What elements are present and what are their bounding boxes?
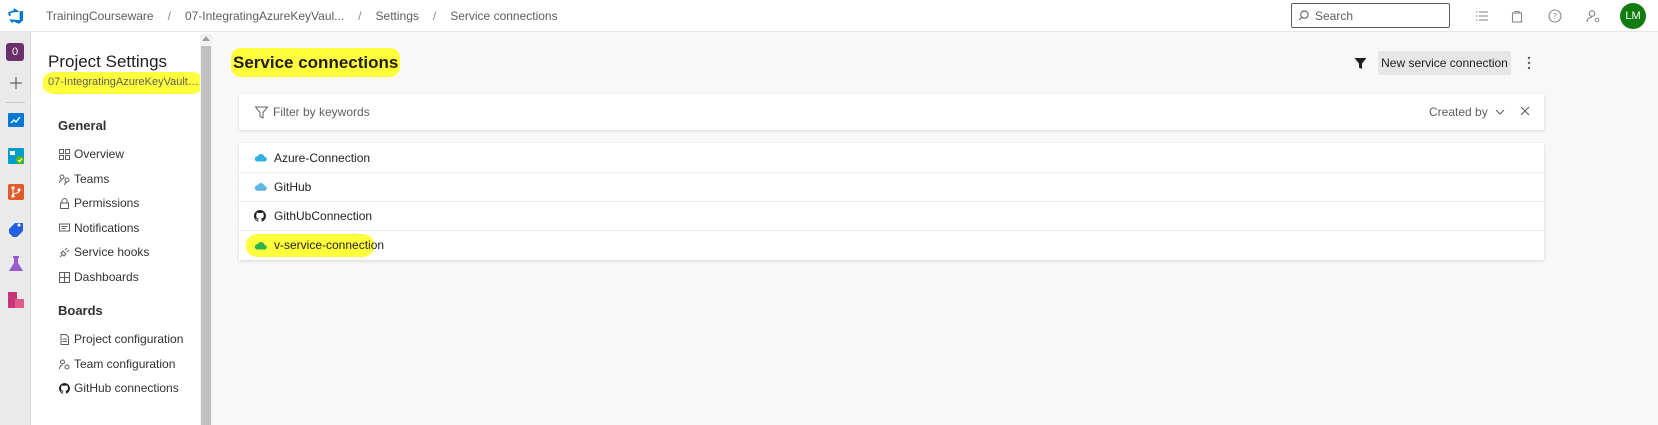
filter-icon[interactable] bbox=[1351, 54, 1369, 72]
connection-name: v-service-connection bbox=[274, 238, 385, 252]
nav-item-permissions[interactable]: Permissions bbox=[58, 195, 139, 211]
boards-icon[interactable] bbox=[5, 145, 26, 166]
nav-item-service-hooks[interactable]: Service hooks bbox=[58, 244, 149, 260]
nav-item-label: GitHub connections bbox=[74, 381, 179, 395]
nav-item-label: Dashboards bbox=[74, 270, 139, 284]
breadcrumb-separator: / bbox=[432, 8, 437, 23]
nav-title: Project Settings bbox=[48, 52, 168, 71]
overview-icon[interactable] bbox=[5, 109, 26, 130]
page-title: Service connections bbox=[231, 48, 401, 77]
help-icon[interactable]: ? bbox=[1546, 7, 1564, 25]
service-connection-list: Azure-Connection GitHub GithUbConnection… bbox=[239, 143, 1544, 260]
more-options-icon[interactable] bbox=[1521, 52, 1537, 74]
plug-icon bbox=[58, 246, 70, 258]
breadcrumb-org[interactable]: TrainingCourseware bbox=[42, 9, 158, 23]
user-settings-icon[interactable] bbox=[1584, 7, 1602, 25]
close-icon[interactable] bbox=[1518, 104, 1532, 118]
breadcrumb-current[interactable]: Service connections bbox=[446, 9, 561, 23]
nav-item-team-configuration[interactable]: Team configuration bbox=[58, 356, 175, 372]
lock-icon bbox=[58, 197, 70, 209]
breadcrumb-project[interactable]: 07-IntegratingAzureKeyVaul... bbox=[181, 9, 348, 23]
nav-item-project-configuration[interactable]: Project configuration bbox=[58, 331, 183, 347]
plus-icon[interactable] bbox=[5, 72, 26, 93]
pipelines-icon[interactable] bbox=[5, 217, 26, 238]
azure-cloud-green-icon bbox=[253, 238, 267, 252]
azure-cloud-icon bbox=[253, 180, 267, 194]
search-placeholder: Search bbox=[1315, 8, 1354, 23]
breadcrumb-separator: / bbox=[358, 8, 362, 23]
search-input[interactable]: Search bbox=[1291, 3, 1450, 28]
new-service-connection-button[interactable]: New service connection bbox=[1378, 51, 1511, 75]
nav-item-label: Teams bbox=[74, 172, 110, 186]
nav-project-name: 07-IntegratingAzureKeyVaultw... bbox=[43, 72, 203, 94]
nav-item-notifications[interactable]: Notifications bbox=[58, 220, 139, 236]
project-badge[interactable]: 0 bbox=[6, 43, 24, 61]
filter-outline-icon bbox=[254, 105, 268, 119]
list-icon[interactable] bbox=[1473, 7, 1491, 25]
notification-icon bbox=[58, 222, 70, 234]
nav-item-teams[interactable]: Teams bbox=[58, 171, 109, 187]
breadcrumb: TrainingCourseware / 07-IntegratingAzure… bbox=[42, 9, 562, 23]
nav-item-dashboards[interactable]: Dashboards bbox=[58, 269, 139, 285]
app-rail: 0 bbox=[0, 32, 31, 425]
nav-item-github-connections[interactable]: GitHub connections bbox=[58, 380, 179, 396]
created-by-label: Created by bbox=[1429, 105, 1488, 119]
overview-grid-icon bbox=[58, 148, 70, 160]
github-icon bbox=[58, 382, 70, 394]
scroll-up-arrow-icon[interactable] bbox=[202, 36, 210, 41]
created-by-dropdown[interactable]: Created by bbox=[1429, 105, 1505, 119]
nav-item-label: Project configuration bbox=[74, 332, 184, 346]
list-item[interactable]: GitHub bbox=[239, 172, 1544, 202]
chevron-down-icon bbox=[1495, 109, 1505, 115]
repos-icon[interactable] bbox=[5, 181, 26, 202]
rail-divider bbox=[6, 102, 25, 103]
nav-item-label: Overview bbox=[74, 147, 125, 161]
filter-keywords-input[interactable]: Filter by keywords bbox=[273, 105, 370, 119]
connection-name: GithUbConnection bbox=[274, 208, 373, 223]
artifacts-icon[interactable] bbox=[5, 289, 26, 310]
main-content: Service connections New service connecti… bbox=[214, 32, 1658, 425]
nav-item-label: Service hooks bbox=[74, 245, 150, 259]
svg-text:?: ? bbox=[1553, 12, 1557, 21]
shopping-bag-icon[interactable] bbox=[1508, 7, 1526, 25]
nav-item-label: Permissions bbox=[74, 196, 140, 210]
nav-item-label: Team configuration bbox=[74, 357, 176, 371]
list-item[interactable]: GithUbConnection bbox=[239, 201, 1544, 231]
connection-name: Azure-Connection bbox=[274, 150, 371, 165]
test-plans-icon[interactable] bbox=[5, 253, 26, 274]
document-icon bbox=[58, 333, 70, 345]
nav-scrollbar[interactable] bbox=[200, 34, 212, 425]
teams-icon bbox=[58, 173, 70, 185]
dashboard-icon bbox=[58, 271, 70, 283]
team-settings-icon bbox=[58, 358, 70, 370]
nav-item-overview[interactable]: Overview bbox=[58, 146, 124, 162]
breadcrumb-separator: / bbox=[167, 8, 171, 23]
settings-nav: Project Settings 07-IntegratingAzureKeyV… bbox=[31, 32, 212, 425]
breadcrumb-settings[interactable]: Settings bbox=[372, 9, 423, 23]
azure-devops-logo-icon[interactable] bbox=[0, 0, 32, 32]
nav-section-boards: Boards bbox=[58, 303, 103, 318]
connection-name: GitHub bbox=[274, 179, 312, 194]
search-icon bbox=[1298, 10, 1309, 21]
azure-cloud-icon bbox=[253, 151, 267, 165]
top-bar: TrainingCourseware / 07-IntegratingAzure… bbox=[0, 0, 1658, 32]
nav-section-general: General bbox=[58, 118, 107, 133]
github-icon bbox=[253, 209, 267, 223]
avatar[interactable]: LM bbox=[1620, 3, 1646, 29]
scrollbar-thumb[interactable] bbox=[201, 46, 211, 425]
nav-item-label: Notifications bbox=[74, 221, 140, 235]
list-item[interactable]: v-service-connection bbox=[239, 230, 1544, 260]
filter-bar: Filter by keywords Created by bbox=[239, 94, 1544, 130]
list-item[interactable]: Azure-Connection bbox=[239, 143, 1544, 173]
